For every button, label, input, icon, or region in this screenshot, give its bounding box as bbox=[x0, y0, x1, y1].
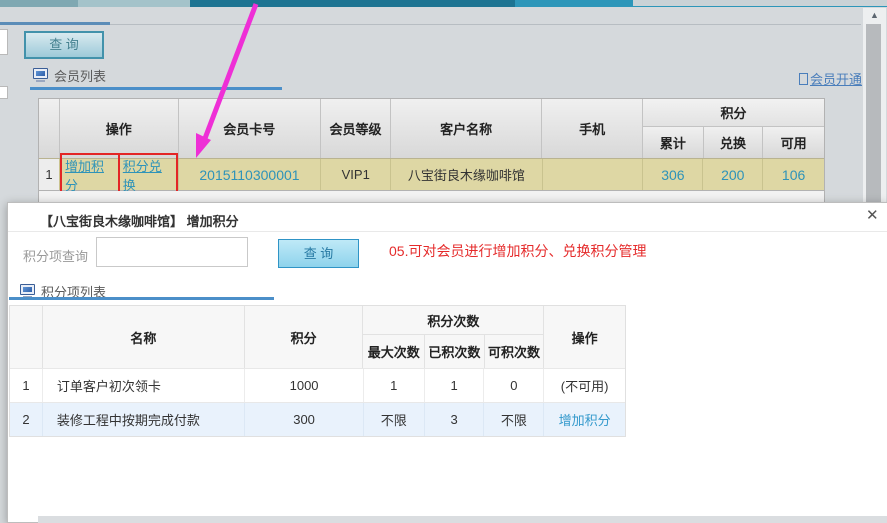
header-operation: 操作 bbox=[59, 99, 178, 158]
points-item-search-label: 积分项查询 bbox=[23, 246, 88, 265]
top-strip-segment bbox=[0, 0, 78, 7]
points-item-search-input[interactable] bbox=[96, 237, 248, 267]
member-open-icon bbox=[799, 73, 808, 85]
panel-divider-line bbox=[110, 24, 861, 25]
scrollbar-thumb[interactable] bbox=[866, 24, 881, 202]
points-available: 106 bbox=[762, 159, 824, 190]
max-count: 1 bbox=[363, 369, 424, 402]
monitor-icon bbox=[33, 68, 48, 79]
header-points-group: 积分 累计 兑换 可用 bbox=[642, 99, 824, 158]
vertical-scrollbar[interactable]: ▲ bbox=[863, 8, 886, 202]
annotation-red-box: 增加积分 bbox=[60, 153, 120, 197]
points-item-row: 2 装修工程中按期完成付款 300 不限 3 不限 增加积分 bbox=[10, 402, 625, 436]
header-member-level: 会员等级 bbox=[320, 99, 390, 158]
modal-query-button[interactable]: 查 询 bbox=[278, 239, 359, 268]
member-list-underline bbox=[30, 87, 282, 90]
header-available-count: 可积次数 bbox=[484, 335, 544, 368]
monitor-icon bbox=[20, 284, 35, 295]
exchange-points-link[interactable]: 积分兑换 bbox=[123, 156, 173, 194]
member-row: 1 增加积分 积分兑换 2015110300001 VIP1 八宝街良木缘咖啡馆… bbox=[39, 158, 824, 190]
annotation-red-box: 积分兑换 bbox=[118, 153, 178, 197]
header-name: 名称 bbox=[42, 306, 244, 368]
member-open-link[interactable]: 会员开通 bbox=[799, 69, 862, 88]
top-strip-segment bbox=[190, 0, 515, 7]
header-phone: 手机 bbox=[541, 99, 642, 158]
row-number: 1 bbox=[10, 369, 42, 402]
member-list-title: 会员列表 bbox=[54, 66, 106, 85]
points-item-value: 1000 bbox=[244, 369, 363, 402]
max-count: 不限 bbox=[363, 403, 424, 436]
header-row-number bbox=[10, 306, 42, 368]
points-item-name: 订单客户初次领卡 bbox=[42, 369, 244, 402]
points-exchange: 200 bbox=[702, 159, 762, 190]
header-card-number: 会员卡号 bbox=[178, 99, 321, 158]
member-open-label: 会员开通 bbox=[810, 69, 862, 88]
member-table-header: 操作 会员卡号 会员等级 客户名称 手机 积分 累计 兑换 可用 bbox=[39, 99, 824, 158]
available-count: 0 bbox=[483, 369, 543, 402]
earned-count: 3 bbox=[424, 403, 484, 436]
header-points-available: 可用 bbox=[762, 127, 824, 158]
earned-count: 1 bbox=[424, 369, 484, 402]
close-icon[interactable]: ✕ bbox=[866, 206, 879, 224]
member-phone bbox=[542, 159, 643, 190]
header-points-count: 积分次数 bbox=[363, 306, 543, 335]
points-item-row: 1 订单客户初次领卡 1000 1 1 0 (不可用) bbox=[10, 368, 625, 402]
header-earned-count: 已积次数 bbox=[424, 335, 484, 368]
member-points-screen: 查 询 会员列表 会员开通 操作 会员卡号 会员等级 客户名称 手机 积分 累计… bbox=[0, 0, 887, 523]
modal-title: 【八宝街良木缘咖啡馆】 增加积分 bbox=[40, 211, 239, 230]
clipped-left-widget bbox=[0, 29, 8, 55]
points-item-table: 名称 积分 积分次数 最大次数 已积次数 可积次数 操作 1 订单客户初次领卡 … bbox=[9, 305, 626, 437]
query-button[interactable]: 查 询 bbox=[24, 31, 104, 59]
member-row-partial bbox=[38, 191, 825, 202]
member-card-number[interactable]: 2015110300001 bbox=[178, 159, 321, 190]
header-points: 积分 bbox=[643, 99, 824, 127]
top-strip-segment bbox=[78, 0, 190, 7]
row-operations: 增加积分 积分兑换 bbox=[59, 159, 178, 190]
row-number: 1 bbox=[39, 159, 59, 190]
row-number: 2 bbox=[10, 403, 42, 436]
header-row-number bbox=[39, 99, 59, 158]
scrollbar-up-arrow[interactable]: ▲ bbox=[863, 10, 886, 20]
header-points-exchange: 兑换 bbox=[703, 127, 763, 158]
points-item-value: 300 bbox=[244, 403, 363, 436]
header-max-count: 最大次数 bbox=[363, 335, 424, 368]
points-table-header: 名称 积分 积分次数 最大次数 已积次数 可积次数 操作 bbox=[10, 306, 625, 368]
row-operation-disabled: (不可用) bbox=[543, 369, 625, 402]
points-item-name: 装修工程中按期完成付款 bbox=[42, 403, 244, 436]
tab-indicator-line bbox=[0, 22, 110, 25]
header-operation: 操作 bbox=[543, 306, 625, 368]
add-points-row-link[interactable]: 增加积分 bbox=[543, 403, 625, 436]
add-points-modal: 【八宝街良木缘咖啡馆】 增加积分 ✕ 积分项查询 查 询 05.可对会员进行增加… bbox=[7, 202, 887, 523]
customer-name: 八宝街良木缘咖啡馆 bbox=[390, 159, 542, 190]
header-points: 积分 bbox=[244, 306, 362, 368]
header-count-group: 积分次数 最大次数 已积次数 可积次数 bbox=[362, 306, 543, 368]
points-item-list-underline bbox=[9, 297, 274, 300]
modal-bottom-edge bbox=[38, 516, 887, 523]
available-count: 不限 bbox=[483, 403, 543, 436]
annotation-text: 05.可对会员进行增加积分、兑换积分管理 bbox=[389, 241, 646, 261]
top-strip-segment bbox=[515, 0, 633, 7]
top-strip-line bbox=[633, 6, 887, 7]
member-level: VIP1 bbox=[320, 159, 390, 190]
member-table: 操作 会员卡号 会员等级 客户名称 手机 积分 累计 兑换 可用 1 增加积分 bbox=[38, 98, 825, 191]
header-customer-name: 客户名称 bbox=[390, 99, 542, 158]
points-total: 306 bbox=[642, 159, 702, 190]
clipped-left-widget bbox=[0, 86, 8, 99]
add-points-link[interactable]: 增加积分 bbox=[65, 156, 115, 194]
modal-title-divider bbox=[8, 231, 887, 232]
header-points-total: 累计 bbox=[643, 127, 703, 158]
